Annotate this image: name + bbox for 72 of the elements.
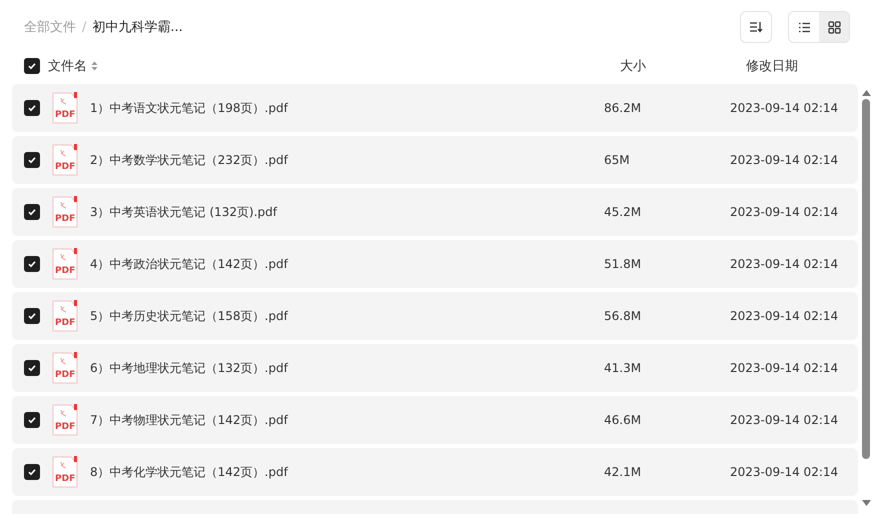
file-row[interactable]: PDF 2）中考数学状元笔记（232页）.pdf 65M 2023-09-14 02:14 bbox=[12, 136, 858, 184]
row-checkbox[interactable] bbox=[24, 464, 40, 480]
file-size: 46.6M bbox=[604, 413, 642, 427]
row-checkbox[interactable] bbox=[24, 256, 40, 272]
modified-date: 2023-09-14 02:14 bbox=[730, 309, 840, 323]
row-checkbox[interactable] bbox=[24, 360, 40, 376]
pdf-file-icon: PDF bbox=[52, 196, 78, 228]
scroll-up-icon[interactable] bbox=[862, 90, 870, 96]
file-size: 56.8M bbox=[604, 309, 642, 323]
pdf-file-icon: PDF bbox=[52, 404, 78, 436]
modified-date: 2023-09-14 02:14 bbox=[730, 101, 840, 115]
pdf-file-icon: PDF bbox=[52, 300, 78, 332]
grid-icon bbox=[828, 20, 840, 34]
row-checkbox[interactable] bbox=[24, 152, 40, 168]
file-name: 7）中考物理状元笔记（142页）.pdf bbox=[90, 412, 288, 428]
checkmark-icon bbox=[27, 259, 37, 269]
checkmark-icon bbox=[27, 61, 37, 71]
file-size: 42.1M bbox=[604, 465, 642, 479]
file-row[interactable]: PDF 1）中考语文状元笔记（198页）.pdf 86.2M 2023-09-14 02:14 bbox=[12, 84, 858, 132]
breadcrumb-item[interactable]: 初中九科学霸... bbox=[92, 18, 183, 36]
pdf-file-icon: PDF bbox=[52, 352, 78, 384]
pdf-file-icon: PDF bbox=[52, 248, 78, 280]
file-row[interactable]: PDF 6）中考地理状元笔记（132页）.pdf 41.3M 2023-09-14 02:14 bbox=[12, 344, 858, 392]
list-icon bbox=[798, 22, 810, 32]
modified-date: 2023-09-14 02:14 bbox=[730, 153, 840, 167]
pdf-file-icon: PDF bbox=[52, 144, 78, 176]
modified-date: 2023-09-14 02:14 bbox=[730, 361, 840, 375]
file-name: 6）中考地理状元笔记（132页）.pdf bbox=[90, 360, 288, 376]
column-header: 大小 bbox=[620, 58, 647, 75]
file-size: 51.8M bbox=[604, 257, 642, 271]
file-row[interactable]: PDF 5）中考历史状元笔记（158页）.pdf 56.8M 2023-09-14 02:14 bbox=[12, 292, 858, 340]
column-header: 修改日期 bbox=[746, 58, 799, 75]
modified-date: 2023-09-14 02:14 bbox=[730, 205, 840, 219]
pdf-file-icon: PDF bbox=[52, 92, 78, 124]
file-row[interactable]: PDF 7）中考物理状元笔记（142页）.pdf 46.6M 2023-09-14 02:14 bbox=[12, 396, 858, 444]
sort-arrows-icon[interactable] bbox=[91, 61, 98, 71]
file-row[interactable]: PDF 4）中考政治状元笔记（142页）.pdf 51.8M 2023-09-14 02:14 bbox=[12, 240, 858, 288]
pdf-file-icon: PDF bbox=[52, 456, 78, 488]
checkmark-icon bbox=[27, 363, 37, 373]
file-size: 41.3M bbox=[604, 361, 642, 375]
column-header[interactable]: 文件名 bbox=[48, 57, 87, 75]
checkmark-icon bbox=[27, 155, 37, 165]
row-checkbox[interactable] bbox=[24, 100, 40, 116]
grid-view-button[interactable] bbox=[819, 12, 849, 42]
scrollbar-thumb[interactable] bbox=[862, 99, 870, 459]
file-size: 45.2M bbox=[604, 205, 642, 219]
checkmark-icon bbox=[27, 207, 37, 217]
checkmark-icon bbox=[27, 467, 37, 477]
row-checkbox[interactable] bbox=[24, 308, 40, 324]
row-checkbox[interactable] bbox=[24, 204, 40, 220]
checkmark-icon bbox=[27, 311, 37, 321]
sort-button[interactable] bbox=[740, 11, 772, 43]
scroll-down-icon[interactable] bbox=[862, 500, 870, 506]
file-name: 1）中考语文状元笔记（198页）.pdf bbox=[90, 100, 288, 116]
file-name: 2）中考数学状元笔记（232页）.pdf bbox=[90, 152, 288, 168]
file-name: 8）中考化学状元笔记（142页）.pdf bbox=[90, 464, 288, 480]
checkmark-icon bbox=[27, 103, 37, 113]
file-row[interactable]: PDF 8）中考化学状元笔记（142页）.pdf 42.1M 2023-09-14 02:14 bbox=[12, 448, 858, 496]
row-checkbox[interactable] bbox=[24, 412, 40, 428]
modified-date: 2023-09-14 02:14 bbox=[730, 413, 840, 427]
file-size: 65M bbox=[604, 153, 631, 167]
file-name: 3）中考英语状元笔记 (132页).pdf bbox=[90, 204, 277, 220]
select-all-checkbox[interactable] bbox=[24, 58, 40, 74]
file-size: 86.2M bbox=[604, 101, 642, 115]
file-row[interactable]: PDF 3）中考英语状元笔记 (132页).pdf 45.2M 2023-09-14 02:14 bbox=[12, 188, 858, 236]
modified-date: 2023-09-14 02:14 bbox=[730, 257, 840, 271]
breadcrumb-separator: / bbox=[82, 20, 86, 34]
modified-date: 2023-09-14 02:14 bbox=[730, 465, 840, 479]
file-name: 4）中考政治状元笔记（142页）.pdf bbox=[90, 256, 288, 272]
file-name: 5）中考历史状元笔记（158页）.pdf bbox=[90, 308, 288, 324]
sort-icon bbox=[749, 21, 763, 33]
checkmark-icon bbox=[27, 415, 37, 425]
